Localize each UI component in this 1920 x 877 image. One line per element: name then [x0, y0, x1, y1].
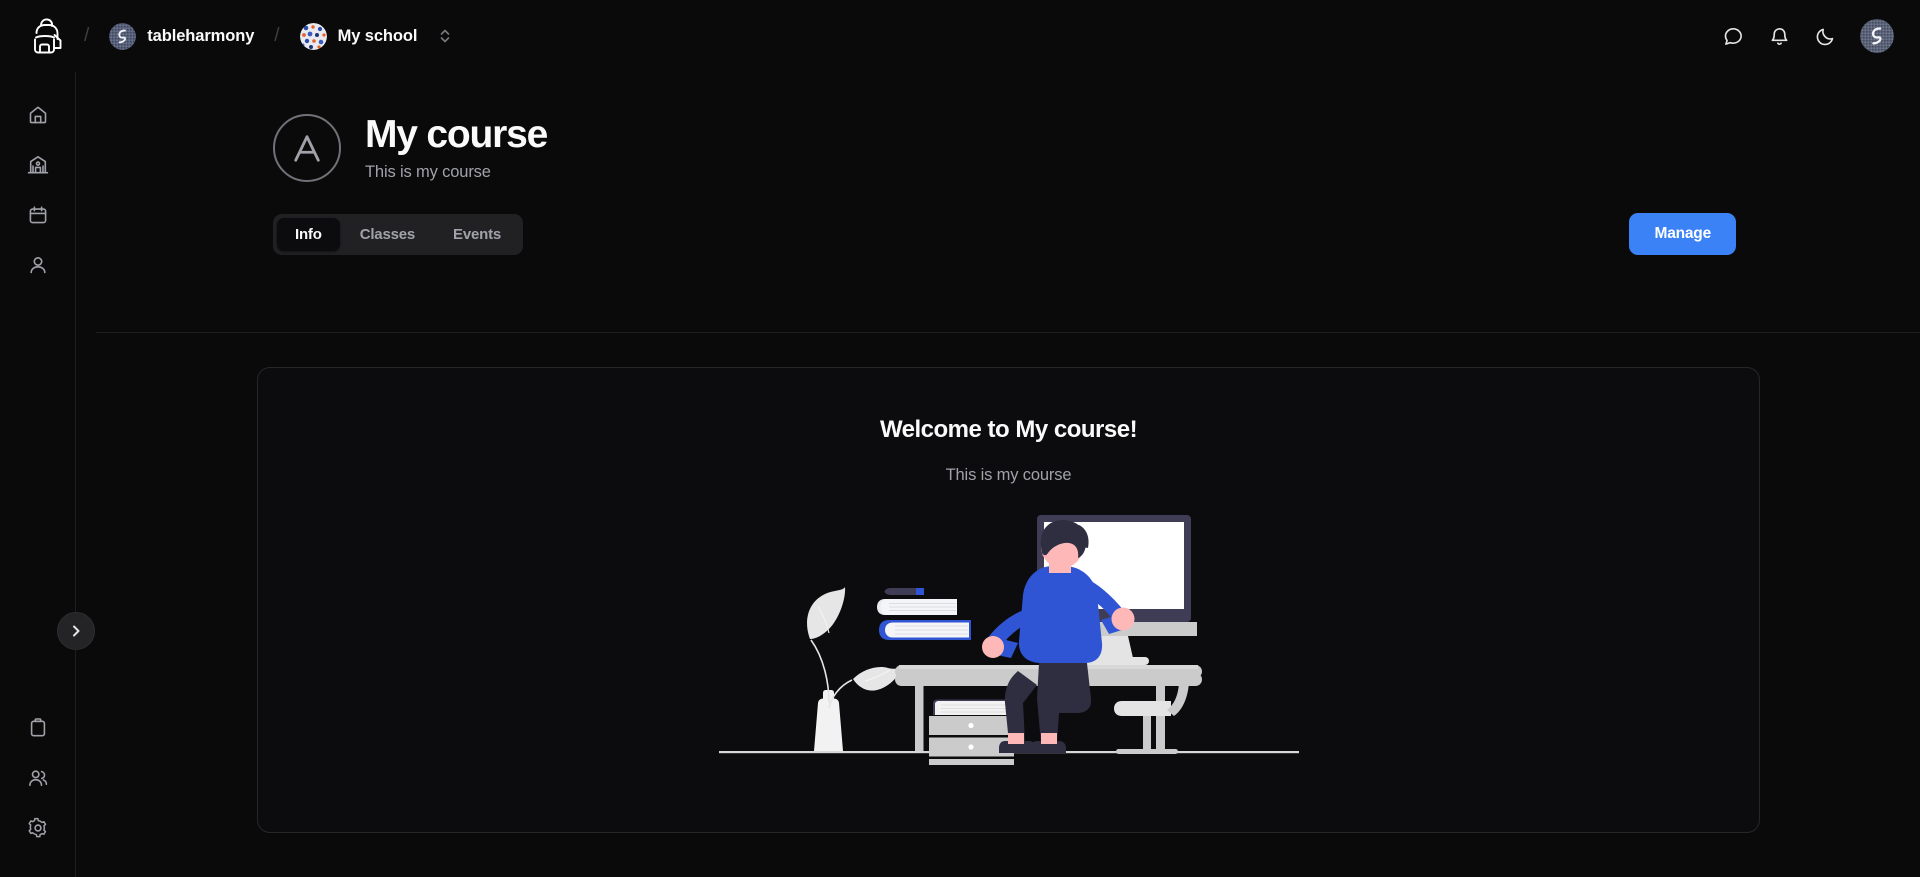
header-divider [96, 332, 1920, 333]
sidebar-item-home[interactable] [15, 92, 61, 138]
sidebar-item-calendar[interactable] [15, 192, 61, 238]
chat-icon[interactable] [1712, 15, 1754, 57]
breadcrumb-org-label: tableharmony [147, 26, 255, 45]
welcome-card: Welcome to My course! This is my course [257, 367, 1760, 833]
welcome-subtitle: This is my course [945, 466, 1072, 484]
manage-button[interactable]: Manage [1629, 213, 1736, 255]
sidebar-item-school[interactable] [15, 142, 61, 188]
sidebar-collapse-toggle[interactable] [57, 612, 95, 650]
course-identity: My course This is my course [273, 114, 1920, 182]
sidebar-item-members[interactable] [15, 755, 61, 801]
breadcrumb-separator-2: / [274, 25, 280, 46]
bell-icon[interactable] [1758, 15, 1800, 57]
topbar: / tableharmony / My school [0, 0, 1920, 72]
tableharmony-badge-icon [109, 22, 137, 50]
breadcrumb-separator-1: / [84, 25, 90, 46]
page-content: My course This is my course Info Classes… [76, 72, 1920, 877]
page-subtitle: This is my course [365, 162, 491, 181]
user-avatar[interactable] [1860, 19, 1894, 53]
breadcrumb-school[interactable]: My school [294, 16, 424, 56]
sidebar-item-clipboard[interactable] [15, 705, 61, 751]
drawer-unit [928, 699, 1014, 778]
sidebar [0, 72, 76, 877]
sidebar-item-settings[interactable] [15, 805, 61, 851]
breadcrumb-school-label: My school [337, 26, 418, 45]
course-appstore-a-icon [273, 114, 341, 182]
tab-events[interactable]: Events [435, 218, 519, 251]
course-header: My course This is my course Info Classes… [76, 72, 1920, 333]
tabs-row: Info Classes Events Manage [273, 213, 1920, 255]
breadcrumb-org[interactable]: tableharmony [103, 16, 260, 56]
course-title-block: My course This is my course [365, 113, 548, 181]
tab-info[interactable]: Info [277, 217, 340, 251]
tab-classes[interactable]: Classes [342, 218, 433, 251]
desk-books [876, 588, 971, 640]
welcome-title: Welcome to My course! [879, 416, 1138, 443]
page-title: My course [365, 113, 548, 157]
school-identicon-avatar [299, 22, 327, 50]
topbar-actions [1712, 15, 1894, 57]
course-tabs: Info Classes Events [273, 213, 524, 255]
sidebar-item-profile[interactable] [15, 242, 61, 288]
backpack-logo-icon[interactable] [24, 13, 70, 59]
person-at-desk-illustration [718, 503, 1299, 778]
chevron-up-down-icon[interactable] [437, 27, 453, 45]
moon-icon[interactable] [1804, 15, 1846, 57]
